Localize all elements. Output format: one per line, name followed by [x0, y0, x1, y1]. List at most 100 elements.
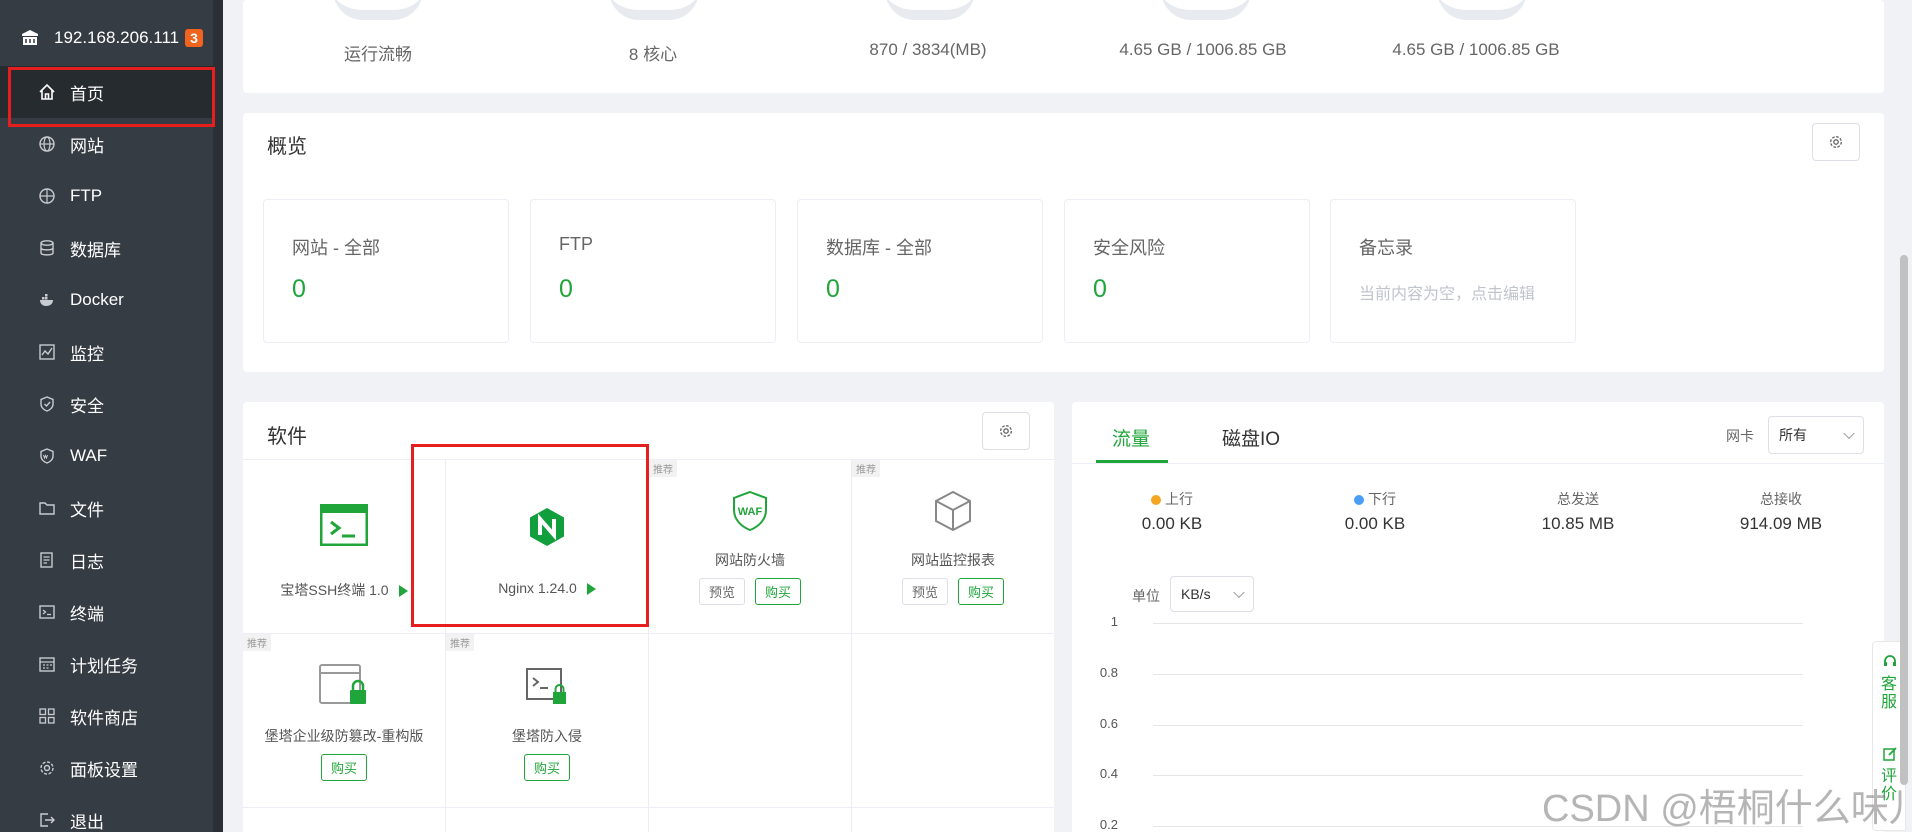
disk-status: 4.65 GB / 1006.85 GB [1119, 40, 1287, 59]
load-status: 运行流畅 [344, 45, 412, 64]
download-value: 0.00 KB [1344, 514, 1406, 533]
overview-settings-button[interactable] [1812, 123, 1860, 161]
memo-empty-text[interactable]: 当前内容为空，点击编辑 [1359, 280, 1535, 304]
memory-status: 870 / 3834(MB) [869, 40, 987, 59]
sidebar-item-ftp[interactable]: FTP [0, 170, 213, 222]
software-actions: 购买 [243, 754, 445, 781]
overview-websites[interactable]: 网站 - 全部 0 [263, 199, 509, 343]
sidebar-item-waf[interactable]: WAF [0, 430, 213, 482]
sidebar-item-security[interactable]: 安全 [0, 378, 213, 430]
preview-button[interactable]: 预览 [698, 578, 745, 605]
buy-button[interactable]: 购买 [523, 754, 570, 781]
preview-button[interactable]: 预览 [901, 578, 948, 605]
overview-label: 备忘录 [1359, 238, 1413, 258]
recommend-tag: 推荐 [446, 634, 474, 651]
chevron-down-icon [1843, 427, 1855, 440]
sidebar-item-terminal[interactable]: 终端 [0, 586, 213, 638]
overview-security-risk[interactable]: 安全风险 0 [1064, 199, 1310, 343]
sidebar-item-label: 计划任务 [70, 656, 138, 676]
sidebar-item-monitor[interactable]: 监控 [0, 326, 213, 378]
gauge-arc [885, 0, 975, 20]
sidebar-item-database[interactable]: 数据库 [0, 222, 213, 274]
folder-icon [39, 502, 55, 515]
system-status-card: 运行流畅 8 核心 870 / 3834(MB) 4.65 GB / 1006.… [243, 0, 1884, 93]
highlight-box-home [8, 67, 215, 127]
software-name: 网站监控报表 [911, 552, 995, 568]
sidebar-item-logout[interactable]: 退出 [0, 794, 213, 832]
overview-value[interactable]: 0 [559, 275, 573, 304]
software-item-site-monitor[interactable]: 推荐 网站监控报表 预览 购买 [852, 460, 1054, 634]
nic-label: 网卡 [1726, 428, 1754, 444]
overview-databases[interactable]: 数据库 - 全部 0 [797, 199, 1043, 343]
total-sent-value: 10.85 MB [1541, 514, 1615, 533]
sidebar-item-cron[interactable]: 计划任务 [0, 638, 213, 690]
nic-select[interactable]: 所有 [1768, 416, 1864, 454]
upload-dot [1151, 495, 1161, 506]
sidebar-item-docker[interactable]: Docker [0, 274, 213, 326]
software-name: 网站防火墙 [715, 552, 785, 568]
sidebar-item-files[interactable]: 文件 [0, 482, 213, 534]
edit-icon[interactable] [1882, 746, 1898, 762]
gauge-arc [1437, 0, 1527, 20]
grid-icon [39, 708, 55, 724]
sidebar-item-label: 文件 [70, 500, 104, 520]
software-settings-button[interactable] [982, 412, 1030, 450]
software-empty-slot [852, 808, 1054, 832]
notification-badge[interactable]: 3 [185, 29, 203, 47]
sidebar-item-logs[interactable]: 日志 [0, 534, 213, 586]
sidebar-item-label: WAF [70, 446, 108, 465]
gridline [1153, 725, 1803, 726]
gauge-arc [333, 0, 423, 20]
software-empty-slot [649, 634, 852, 808]
support-icon[interactable] [1882, 654, 1898, 670]
nic-select-value: 所有 [1779, 427, 1807, 443]
terminal-icon [39, 605, 55, 619]
software-actions: 预览 购买 [649, 578, 851, 605]
software-actions: 预览 购买 [852, 578, 1054, 605]
gridline [1153, 674, 1803, 675]
tab-disk-io[interactable]: 磁盘IO [1222, 424, 1280, 451]
software-item-waf[interactable]: 推荐 WAF 网站防火墙 预览 购买 [649, 460, 852, 634]
docker-icon [40, 294, 53, 306]
gauge-arc [1161, 0, 1251, 20]
sidebar-item-label: 软件商店 [70, 708, 138, 728]
recommend-tag: 推荐 [852, 460, 880, 477]
buy-button[interactable]: 购买 [755, 578, 802, 605]
page-scrollbar[interactable] [1900, 255, 1908, 785]
sidebar-item-label: 网站 [70, 136, 104, 156]
overview-value[interactable]: 0 [1093, 275, 1107, 304]
sidebar-item-label: 安全 [70, 396, 104, 416]
buy-button[interactable]: 购买 [958, 578, 1005, 605]
sidebar-item-label: 日志 [70, 552, 104, 572]
upload-value: 0.00 KB [1141, 514, 1203, 533]
sidebar-item-store[interactable]: 软件商店 [0, 690, 213, 742]
customer-service-button[interactable]: 客服 [1881, 676, 1899, 712]
overview-value[interactable]: 0 [826, 275, 840, 304]
waf-icon: WAF [733, 490, 767, 532]
software-title: 软件 [267, 426, 307, 448]
play-icon[interactable] [398, 585, 408, 598]
total-received-label: 总接收 [1760, 491, 1802, 507]
overview-memo[interactable]: 备忘录 当前内容为空，点击编辑 [1330, 199, 1576, 343]
csdn-watermark: CSDN @梧桐什么味儿 [1542, 788, 1912, 830]
buy-button[interactable]: 购买 [320, 754, 367, 781]
sidebar-menu: 首页 网站 FTP 数据库 Docker 监控 安全 WAF 文件 日志 终端 … [0, 66, 213, 832]
tab-traffic[interactable]: 流量 [1112, 424, 1150, 451]
sidebar-item-settings[interactable]: 面板设置 [0, 742, 213, 794]
sidebar-item-label: 终端 [70, 604, 104, 624]
software-item-tamper-proof[interactable]: 推荐 堡塔企业级防篡改-重构版 购买 [243, 634, 446, 808]
software-empty-slot [446, 808, 649, 832]
software-actions: 购买 [446, 754, 648, 781]
unit-select[interactable]: KB/s [1170, 576, 1254, 612]
cpu-status: 8 核心 [628, 45, 678, 64]
y-tick-label: 0.2 [1099, 817, 1118, 832]
server-ip: 192.168.206.111 [54, 28, 180, 47]
overview-value[interactable]: 0 [292, 275, 306, 304]
software-item-intrusion-defense[interactable]: 推荐 堡塔防入侵 购买 [446, 634, 649, 808]
overview-ftp[interactable]: FTP 0 [530, 199, 776, 343]
server-host[interactable]: 192.168.206.111 3 [20, 28, 203, 48]
highlight-box-nginx [411, 444, 649, 627]
sidebar-item-label: 监控 [70, 344, 104, 364]
sidebar-item-label: 数据库 [70, 240, 121, 260]
waf-shield-icon [40, 448, 54, 464]
